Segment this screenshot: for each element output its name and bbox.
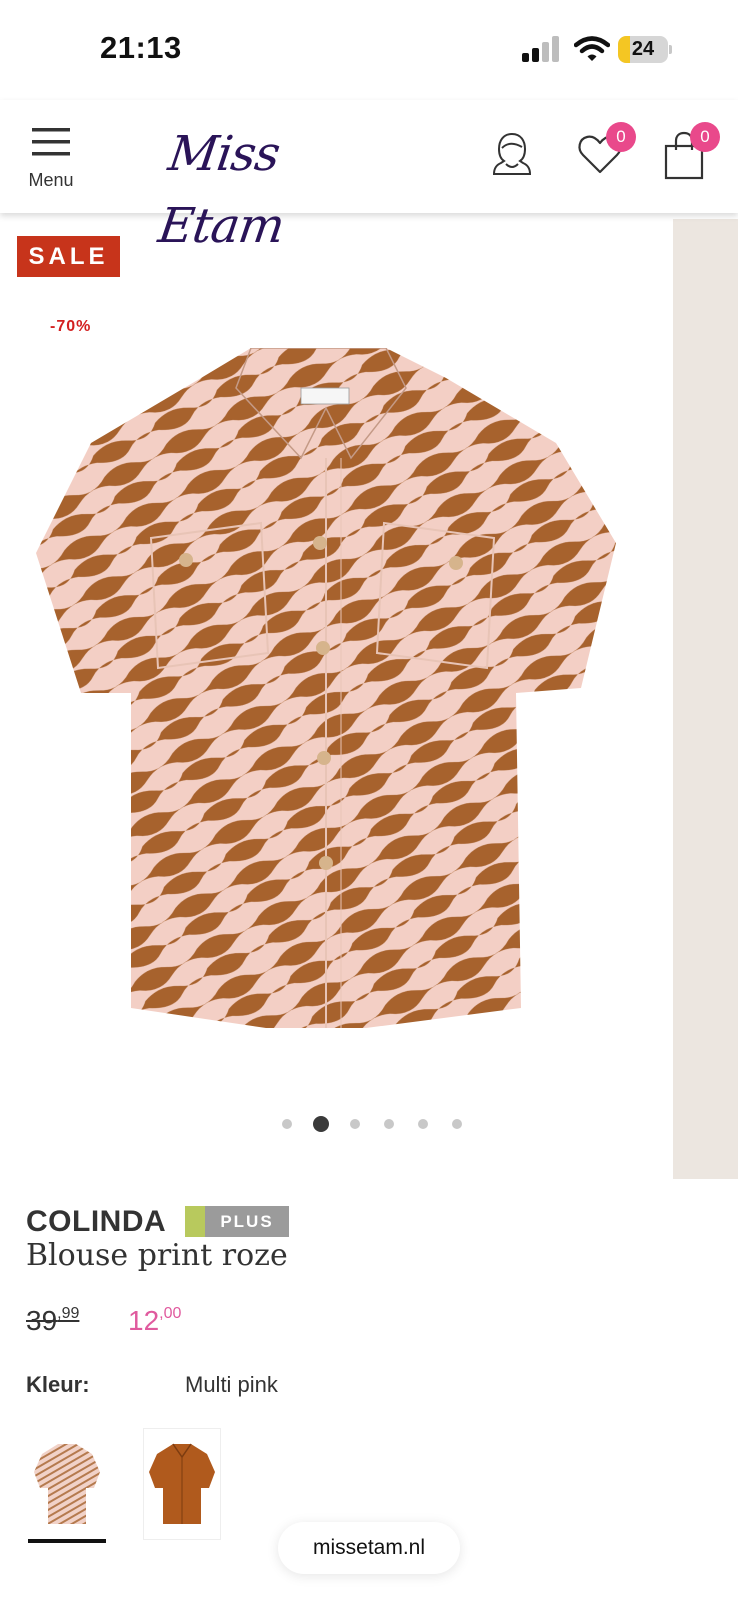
color-label: Kleur:: [26, 1372, 90, 1397]
battery-tip: [669, 45, 672, 54]
wishlist-button[interactable]: 0: [576, 122, 636, 186]
cellular-signal-icon: [522, 36, 559, 62]
swatch-image-pink: [34, 1444, 100, 1524]
account-button[interactable]: [490, 130, 540, 186]
wifi-icon: [574, 36, 610, 61]
cart-button[interactable]: 0: [660, 122, 720, 186]
sale-price: 12,00: [128, 1305, 181, 1337]
status-time: 21:13: [100, 30, 182, 65]
product-image-carousel[interactable]: SALE -70%: [0, 213, 738, 1181]
browser-url-bar[interactable]: missetam.nl: [278, 1522, 460, 1574]
menu-icon: [32, 128, 70, 156]
carousel-dot-4[interactable]: [384, 1119, 394, 1129]
site-header: Menu Miss Etam 0 0: [0, 100, 738, 254]
carousel-dot-1[interactable]: [282, 1119, 292, 1129]
menu-label: Menu: [28, 170, 74, 190]
battery-indicator: 24: [618, 36, 672, 63]
original-price: 39,99: [26, 1305, 79, 1337]
plus-size-badge: PLUS: [185, 1206, 289, 1237]
discount-label: -70%: [50, 318, 92, 335]
original-price-main: 39: [26, 1305, 58, 1336]
carousel-dot-2[interactable]: [313, 1116, 329, 1132]
account-icon: [492, 132, 532, 175]
status-bar: 21:13 24: [0, 0, 738, 100]
color-swatch-multi-pink[interactable]: [28, 1428, 106, 1540]
cart-count-badge: 0: [690, 122, 720, 152]
miss-etam-logo[interactable]: Miss Etam: [155, 118, 404, 254]
color-swatch-brown[interactable]: [143, 1428, 221, 1540]
carousel-dot-3[interactable]: [350, 1119, 360, 1129]
wishlist-count-badge: 0: [606, 122, 636, 152]
product-brand[interactable]: COLINDA: [26, 1205, 166, 1239]
sale-price-cents: ,00: [159, 1305, 182, 1322]
product-image: [36, 348, 616, 1028]
sale-price-main: 12: [128, 1305, 160, 1336]
carousel-dot-5[interactable]: [418, 1119, 428, 1129]
color-value: Multi pink: [185, 1372, 278, 1397]
logo-text: Miss Etam: [155, 126, 288, 254]
battery-level: 24: [631, 38, 655, 60]
selected-swatch-indicator: [28, 1539, 106, 1543]
product-title: Blouse print roze: [26, 1238, 288, 1273]
original-price-cents: ,99: [57, 1305, 80, 1322]
battery-body: 24: [618, 36, 668, 63]
menu-button[interactable]: Menu: [20, 126, 82, 194]
plus-badge-label: PLUS: [205, 1206, 289, 1237]
plus-badge-accent: [185, 1206, 205, 1237]
carousel-dot-6[interactable]: [452, 1119, 462, 1129]
carousel-pagination: [0, 1114, 738, 1134]
sale-badge: SALE: [17, 236, 120, 277]
swatch-image-brown: [149, 1443, 215, 1524]
next-slide-preview[interactable]: [673, 219, 738, 1179]
